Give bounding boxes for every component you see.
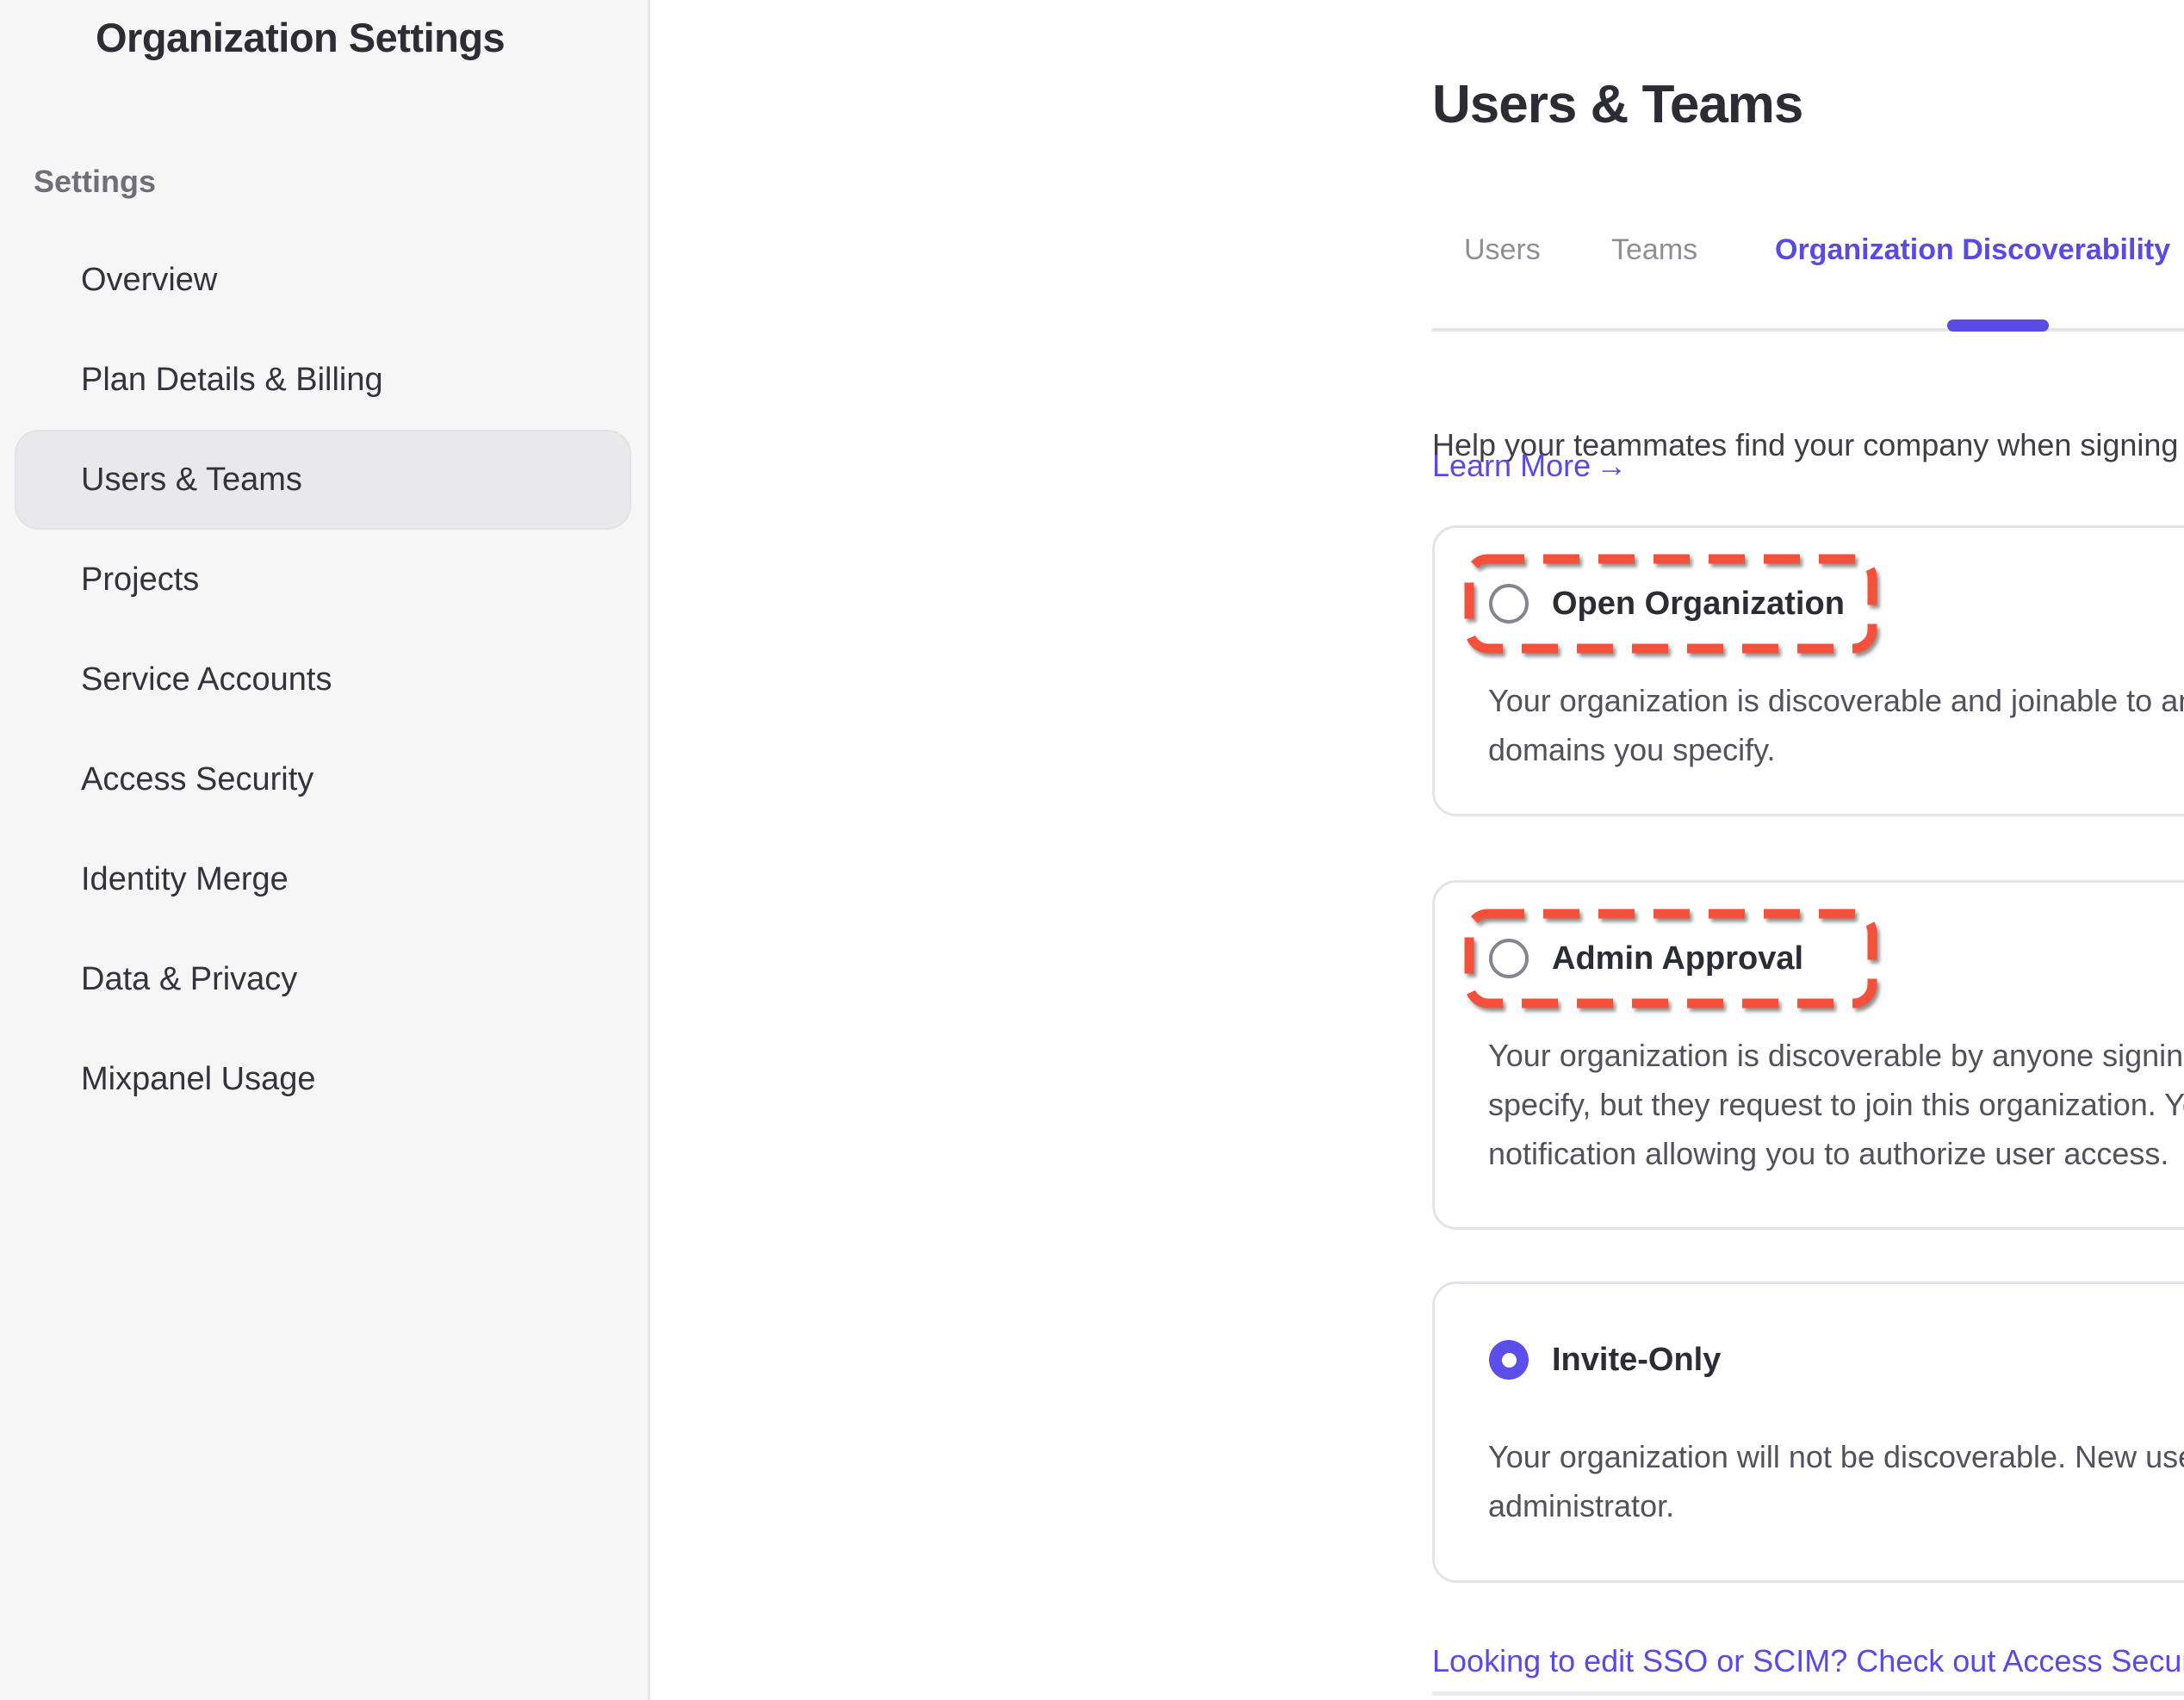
- sidebar-item-data-privacy[interactable]: Data & Privacy: [15, 929, 631, 1029]
- sidebar-item-label: Mixpanel Usage: [81, 1061, 315, 1098]
- option-label-admin-approval: Admin Approval: [1552, 938, 1803, 979]
- sidebar-item-label: Plan Details & Billing: [81, 362, 383, 399]
- learn-more-link[interactable]: Learn More→: [1432, 448, 1627, 484]
- organization-settings-page: Organization Settings Settings Overview …: [0, 0, 2184, 1700]
- bottom-divider: [1432, 1691, 2184, 1696]
- tab-organization-discoverability[interactable]: Organization Discoverability: [1775, 233, 2170, 267]
- sidebar-item-users-teams[interactable]: Users & Teams: [15, 430, 631, 530]
- sidebar-item-label: Overview: [81, 262, 217, 299]
- sidebar: Organization Settings Settings Overview …: [0, 0, 650, 1700]
- sidebar-item-label: Projects: [81, 561, 199, 599]
- sidebar-item-projects[interactable]: Projects: [15, 530, 631, 630]
- option-card-admin-approval[interactable]: Admin Approval Your organization is disc…: [1432, 880, 2184, 1230]
- option-label-open-organization: Open Organization: [1552, 583, 1845, 624]
- option-description-open-organization: Your organization is discoverable and jo…: [1488, 676, 2184, 774]
- footer-link-label: Looking to edit SSO or SCIM? Check out A…: [1432, 1643, 2184, 1678]
- sidebar-section-settings: Settings: [34, 164, 156, 200]
- sidebar-item-mixpanel-usage[interactable]: Mixpanel Usage: [15, 1029, 631, 1129]
- option-card-invite-only[interactable]: Invite-Only Your organization will not b…: [1432, 1281, 2184, 1583]
- open-organization-radio[interactable]: [1489, 584, 1529, 624]
- tab-teams[interactable]: Teams: [1611, 233, 1697, 267]
- option-description-admin-approval: Your organization is discoverable by any…: [1488, 1031, 2184, 1178]
- sidebar-item-identity-merge[interactable]: Identity Merge: [15, 829, 631, 929]
- sidebar-nav: Overview Plan Details & Billing Users & …: [0, 230, 650, 1129]
- main-content: Users & Teams Users Teams Organization D…: [653, 0, 2184, 1700]
- sidebar-item-service-accounts[interactable]: Service Accounts: [15, 630, 631, 729]
- sidebar-item-label: Service Accounts: [81, 661, 332, 698]
- tab-underline: [1432, 328, 2184, 332]
- sidebar-item-plan-details-billing[interactable]: Plan Details & Billing: [15, 330, 631, 430]
- footer-access-security-link[interactable]: Looking to edit SSO or SCIM? Check out A…: [1432, 1643, 2184, 1679]
- admin-approval-radio[interactable]: [1489, 939, 1529, 978]
- tab-users[interactable]: Users: [1464, 233, 1541, 267]
- invite-only-radio[interactable]: [1489, 1340, 1529, 1380]
- arrow-right-icon: →: [1591, 448, 1627, 483]
- sidebar-item-overview[interactable]: Overview: [15, 230, 631, 330]
- option-card-open-organization[interactable]: Open Organization Your organization is d…: [1432, 525, 2184, 816]
- sidebar-item-label: Access Security: [81, 761, 313, 798]
- sidebar-title: Organization Settings: [96, 14, 505, 61]
- page-title: Users & Teams: [1432, 74, 1802, 135]
- option-label-invite-only: Invite-Only: [1552, 1339, 1721, 1380]
- active-tab-indicator: [1947, 320, 2049, 332]
- sidebar-item-access-security[interactable]: Access Security: [15, 729, 631, 829]
- sidebar-item-label: Data & Privacy: [81, 961, 297, 998]
- sidebar-item-label: Users & Teams: [81, 462, 302, 499]
- option-description-invite-only: Your organization will not be discoverab…: [1488, 1432, 2184, 1530]
- sidebar-item-label: Identity Merge: [81, 861, 289, 898]
- learn-more-label: Learn More: [1432, 448, 1591, 483]
